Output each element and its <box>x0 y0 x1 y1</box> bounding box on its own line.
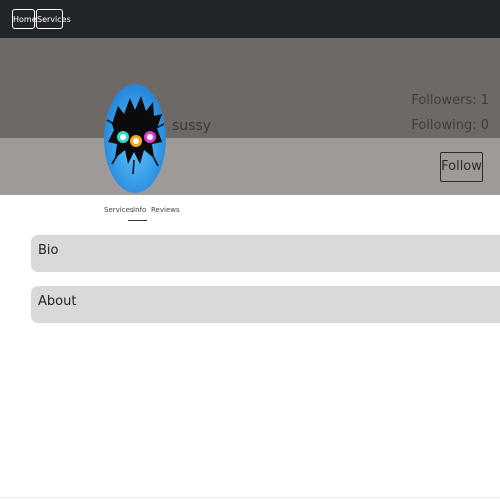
about-section[interactable]: About <box>31 286 500 323</box>
avatar <box>104 84 166 193</box>
tab-reviews[interactable]: Reviews <box>151 206 180 214</box>
page-bottom-divider <box>0 497 500 498</box>
profile-username: sussy <box>172 118 212 134</box>
tab-info[interactable]: Info <box>133 206 146 214</box>
follow-button[interactable]: Follow <box>440 152 483 182</box>
nav-services-button[interactable]: Services <box>36 9 71 29</box>
profile-banner-bottom <box>0 138 500 195</box>
nav-home-button[interactable]: Home <box>12 9 37 29</box>
about-section-title: About <box>38 294 77 309</box>
avatar-image <box>104 84 166 193</box>
profile-page: Home Services sussy Followers: 1 Followi… <box>0 0 500 500</box>
following-count: Following: 0 <box>411 118 489 133</box>
tab-services[interactable]: Services <box>104 206 134 214</box>
bio-section-title: Bio <box>38 243 59 258</box>
followers-count: Followers: 1 <box>411 93 489 108</box>
active-tab-indicator <box>128 220 147 221</box>
top-navbar: Home Services <box>0 0 500 38</box>
bio-section[interactable]: Bio <box>31 235 500 272</box>
